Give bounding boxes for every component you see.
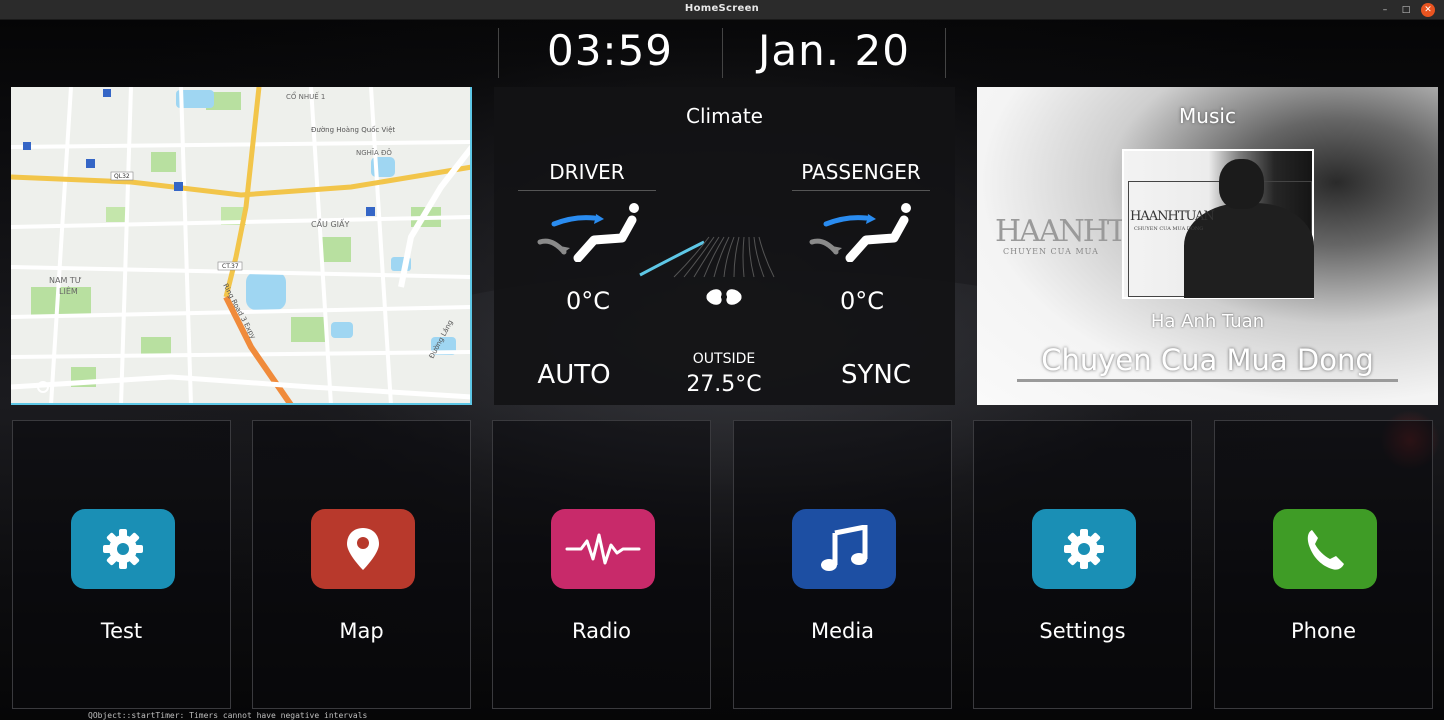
sync-button[interactable]: SYNC bbox=[806, 360, 946, 390]
app-tile-settings[interactable]: Settings bbox=[973, 420, 1192, 709]
auto-button[interactable]: AUTO bbox=[504, 360, 644, 390]
map-label-ql32: QL32 bbox=[114, 173, 130, 180]
driver-seat-heat-icon[interactable] bbox=[534, 202, 644, 262]
climate-widget[interactable]: Climate DRIVER PASSENGER 0°C 0°C AUTO OU… bbox=[494, 87, 955, 405]
passenger-seat-heat-icon[interactable] bbox=[806, 202, 916, 262]
app-icon-test[interactable] bbox=[71, 509, 175, 589]
app-label-radio: Radio bbox=[571, 619, 631, 643]
gear-icon bbox=[1064, 529, 1104, 569]
album-cover[interactable]: HAANHTUAN CHUYEN CUA MUA DONG bbox=[1122, 149, 1314, 299]
minimize-button[interactable]: – bbox=[1378, 3, 1392, 17]
album-cover-brand: HAANHTUAN bbox=[1130, 209, 1215, 224]
passenger-temperature[interactable]: 0°C bbox=[792, 287, 932, 315]
fan-icon[interactable] bbox=[697, 277, 751, 317]
homescreen-window: HomeScreen – □ ✕ 03:59 Jan. 20 CỔ NHUẾ 1… bbox=[0, 0, 1444, 720]
passenger-label: PASSENGER bbox=[792, 160, 930, 191]
music-title: Music bbox=[1179, 104, 1236, 128]
app-icon-phone[interactable] bbox=[1273, 509, 1377, 589]
album-background-text: HAANHT bbox=[995, 214, 1127, 249]
app-icon-settings[interactable] bbox=[1032, 509, 1136, 589]
map-label-nam-tu-liem: NAM TƯ bbox=[49, 276, 82, 285]
waveform-icon bbox=[565, 533, 641, 565]
app-label-phone: Phone bbox=[1290, 619, 1357, 643]
album-cover-face bbox=[1219, 159, 1264, 209]
map-pin-icon bbox=[347, 528, 379, 570]
app-label-map: Map bbox=[339, 619, 384, 643]
app-tile-map[interactable]: Map bbox=[252, 420, 471, 709]
app-tile-media[interactable]: Media bbox=[733, 420, 952, 709]
artist-name: Ha Anh Tuan bbox=[1150, 311, 1265, 332]
album-cover-subtitle: CHUYEN CUA MUA DONG bbox=[1134, 226, 1204, 232]
app-label-settings: Settings bbox=[1039, 619, 1126, 643]
phone-icon bbox=[1307, 530, 1344, 570]
close-button[interactable]: ✕ bbox=[1421, 3, 1435, 17]
song-title: Chuyen Cua Mua Dong bbox=[1041, 343, 1374, 377]
app-icon-media[interactable] bbox=[792, 509, 896, 589]
music-widget[interactable]: HAANHT CHUYEN CUA MUA Music HAANHTUAN CH… bbox=[977, 87, 1438, 405]
maximize-button[interactable]: □ bbox=[1399, 3, 1413, 17]
music-note-icon bbox=[821, 525, 868, 571]
window-title: HomeScreen bbox=[684, 3, 760, 14]
map-canvas: CỔ NHUẾ 1 Đường Hoàng Quốc Việt NGHĨA ĐÔ… bbox=[11, 87, 470, 403]
driver-label: DRIVER bbox=[518, 160, 656, 191]
clock-time: 03:59 bbox=[546, 26, 674, 75]
map-label-co-nhue: CỔ NHUẾ 1 bbox=[286, 91, 325, 101]
airflow-graphic bbox=[639, 236, 775, 278]
outside-label: OUTSIDE bbox=[692, 351, 756, 367]
app-tile-radio[interactable]: Radio bbox=[492, 420, 711, 709]
song-progress-bar[interactable] bbox=[1017, 379, 1398, 382]
map-label-nghia-do: NGHĨA ĐÔ bbox=[356, 148, 392, 157]
map-label-ct37: CT.37 bbox=[222, 263, 239, 270]
app-icon-radio[interactable] bbox=[551, 509, 655, 589]
map-widget[interactable]: CỔ NHUẾ 1 Đường Hoàng Quốc Việt NGHĨA ĐÔ… bbox=[11, 87, 472, 405]
app-tile-phone[interactable]: Phone bbox=[1214, 420, 1433, 709]
app-icon-map[interactable] bbox=[311, 509, 415, 589]
outside-temperature: 27.5°C bbox=[686, 372, 762, 397]
driver-temperature[interactable]: 0°C bbox=[518, 287, 658, 315]
album-cover-art: HAANHTUAN CHUYEN CUA MUA DONG bbox=[1124, 151, 1314, 298]
app-label-test: Test bbox=[100, 619, 143, 643]
window-titlebar[interactable]: HomeScreen – □ ✕ bbox=[0, 0, 1444, 20]
clock-date: Jan. 20 bbox=[758, 26, 910, 75]
app-label-media: Media bbox=[810, 619, 875, 643]
console-warning-text: QObject::startTimer: Timers cannot have … bbox=[88, 711, 368, 720]
gear-icon bbox=[103, 529, 143, 569]
map-label-liem: LIÊM bbox=[59, 285, 78, 296]
climate-title: Climate bbox=[686, 104, 763, 128]
map-label-hoang-quoc-viet: Đường Hoàng Quốc Việt bbox=[311, 126, 395, 134]
app-tile-test[interactable]: Test bbox=[12, 420, 231, 709]
album-background-subtext: CHUYEN CUA MUA bbox=[1003, 247, 1099, 256]
